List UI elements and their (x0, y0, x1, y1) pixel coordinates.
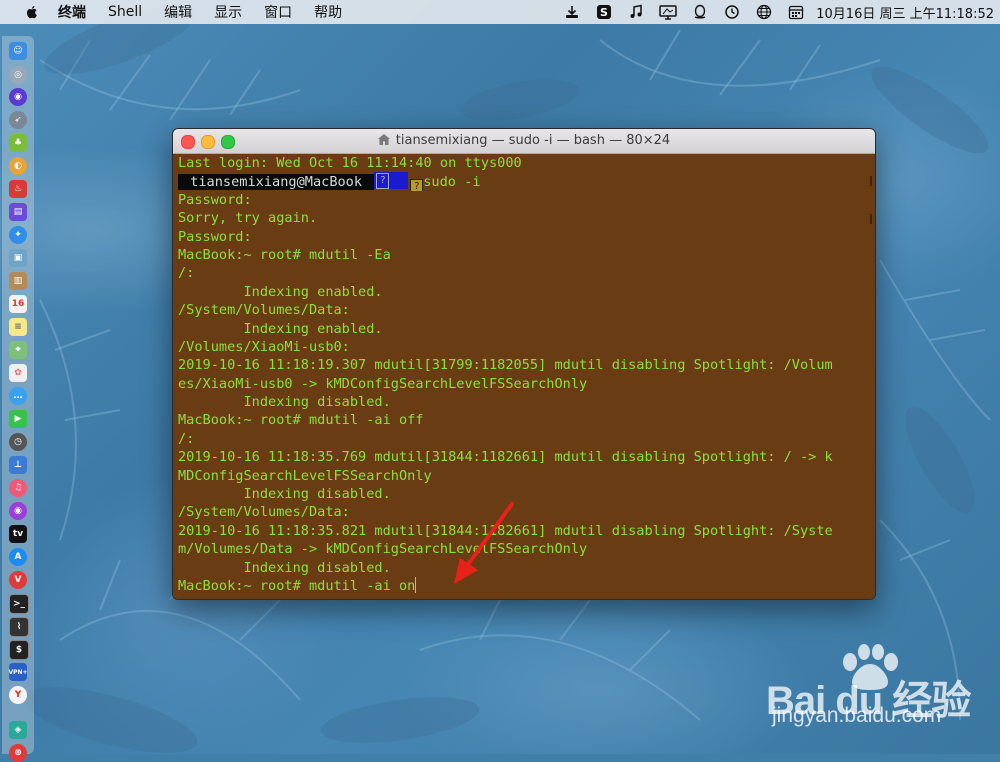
menu-shell[interactable]: Shell (108, 4, 142, 20)
svg-text:S: S (600, 6, 608, 19)
globe-icon[interactable] (755, 3, 773, 21)
terminal-line: Indexing disabled. (178, 394, 391, 411)
yandex-icon[interactable]: Y (9, 686, 27, 704)
menu-view[interactable]: 显示 (214, 2, 242, 22)
timemachine-icon[interactable] (723, 3, 741, 21)
terminal-line: MDConfigSearchLevelFSSearchOnly (178, 467, 432, 484)
terminal-line: /System/Volumes/Data: (178, 302, 350, 319)
terminal-line: Indexing disabled. (178, 559, 391, 576)
terminal-line: Password: (178, 228, 252, 245)
terminal-line: /Volumes/XiaoMi-usb0: (178, 338, 350, 355)
home-folder-icon (377, 134, 390, 145)
app-icon[interactable]: ▤ (9, 203, 27, 221)
terminal-line: m/Volumes/Data -> kMDConfigSearchLevelFS… (178, 541, 588, 558)
music-icon[interactable]: ♫ (9, 479, 27, 497)
current-command: MacBook:~ root# mdutil -ai on (178, 577, 416, 594)
window-titlebar[interactable]: tiansemixiang — sudo -i — bash — 80×24 (173, 129, 875, 154)
music-icon[interactable] (627, 3, 645, 21)
app-icon[interactable]: ⊕ (9, 744, 27, 762)
terminal-content[interactable]: Last login: Wed Oct 16 11:14:40 on ttys0… (173, 154, 875, 599)
appstore-icon[interactable]: A (9, 548, 27, 566)
rocket-icon[interactable]: ➶ (9, 111, 27, 129)
menu-bar: 终端 Shell 编辑 显示 窗口 帮助 S 10月16日 周三 上午11:18… (0, 0, 1000, 24)
podcasts-icon[interactable]: ◉ (9, 502, 27, 520)
terminal-line: Last login: Wed Oct 16 11:14:40 on ttys0… (178, 155, 522, 171)
sogou-input-icon[interactable]: S (595, 3, 613, 21)
terminal-line: MacBook:~ root# mdutil -Ea (178, 246, 391, 263)
menu-edit[interactable]: 编辑 (164, 2, 192, 22)
app-icon[interactable]: ◈ (9, 721, 27, 739)
terminal-window[interactable]: tiansemixiang — sudo -i — bash — 80×24 L… (172, 128, 876, 600)
vivaldi-icon[interactable]: V (9, 571, 27, 589)
terminal-line: /System/Volumes/Data: (178, 504, 350, 521)
baidu-jingyan-watermark: Bai du 经验 jingyan.baidu.com (766, 644, 996, 742)
window-title: tiansemixiang — sudo -i — bash — 80×24 (173, 129, 875, 153)
window-title-text: tiansemixiang — sudo -i — bash — 80×24 (395, 133, 671, 148)
missing-glyph-icon: ? (376, 173, 390, 190)
terminal-prompt-line: tiansemixiang@MacBook ?? sudo -i (178, 172, 875, 191)
notes-icon[interactable]: ≡ (9, 318, 27, 336)
messages-icon[interactable]: … (9, 387, 27, 405)
terminal-line: MacBook:~ root# mdutil -ai off (178, 412, 424, 429)
calendar-icon[interactable] (787, 3, 805, 21)
download-icon[interactable] (563, 3, 581, 21)
text-cursor (415, 576, 417, 593)
terminal-icon[interactable]: >_ (9, 594, 29, 614)
menu-window[interactable]: 窗口 (264, 2, 292, 22)
photos-icon[interactable]: ✿ (9, 364, 27, 382)
app-icon[interactable]: ♨ (9, 180, 27, 198)
chrome-icon[interactable]: ◐ (9, 157, 27, 175)
terminal-line: /: (178, 430, 195, 447)
vpn-label: VPN+ (8, 668, 28, 676)
preview-icon[interactable]: ▣ (9, 249, 27, 267)
prompt-command: sudo -i (423, 174, 481, 191)
menu-help[interactable]: 帮助 (314, 2, 342, 22)
android-icon[interactable]: ♣ (9, 134, 27, 152)
appletv-icon[interactable]: tv (9, 525, 27, 543)
contacts-icon[interactable]: ▥ (9, 272, 27, 290)
red-arrow-annotation (454, 502, 514, 584)
status-area: S 10月16日 周三 上午11:18:52 (556, 0, 994, 24)
facetime-icon[interactable]: ▶ (9, 410, 27, 428)
watermark-url: jingyan.baidu.com (772, 704, 942, 727)
terminal-line: Sorry, try again. (178, 210, 318, 227)
menu-app-name[interactable]: 终端 (58, 2, 86, 22)
display-icon[interactable] (659, 3, 677, 21)
menubar-clock[interactable]: 10月16日 周三 上午11:18:52 (816, 3, 994, 22)
calendar-icon[interactable]: 16 (9, 295, 27, 313)
timemachine-icon[interactable]: ◷ (9, 433, 27, 451)
terminal-icon[interactable]: $ (9, 640, 29, 660)
terminal-line: 2019-10-16 11:18:35.821 mdutil[31844:118… (178, 522, 833, 539)
terminal-line: Indexing enabled. (178, 320, 383, 337)
terminal-line: Password: (178, 191, 252, 208)
terminal-line: 2019-10-16 11:18:35.769 mdutil[31844:118… (178, 449, 833, 466)
keynote-icon[interactable]: ⊥ (9, 456, 27, 474)
terminal-line: 2019-10-16 11:18:19.307 mdutil[31799:118… (178, 357, 833, 374)
activity-monitor-icon[interactable]: ⌇ (9, 617, 29, 637)
vpn-icon[interactable]: VPN+ (8, 663, 28, 681)
prompt-user-segment: tiansemixiang@MacBook (178, 174, 375, 191)
launchpad-icon[interactable]: ◎ (9, 66, 27, 84)
terminal-line: /: (178, 265, 195, 282)
terminal-line: es/XiaoMi-usb0 -> kMDConfigSearchLevelFS… (178, 375, 588, 392)
dock: ☺ ◎ ◉ ➶ ♣ ◐ ♨ ▤ ✦ ▣ ▥ 16 ≡ ⌖ ✿ … ▶ ◷ ⊥ ♫… (2, 36, 34, 762)
safari-icon[interactable]: ✦ (9, 226, 27, 244)
apple-logo-icon[interactable] (24, 4, 40, 20)
siri-icon[interactable]: ◉ (9, 88, 27, 106)
scroll-marker (870, 176, 872, 186)
scroll-marker (870, 214, 872, 224)
prompt-path-segment: ? (374, 172, 409, 190)
qq-icon[interactable] (691, 3, 709, 21)
terminal-current-line[interactable]: MacBook:~ root# mdutil -ai on (178, 576, 875, 595)
maps-icon[interactable]: ⌖ (9, 341, 27, 359)
terminal-line: Indexing disabled. (178, 486, 391, 503)
terminal-line: Indexing enabled. (178, 283, 383, 300)
missing-glyph-icon: ? (410, 179, 424, 191)
finder-icon[interactable]: ☺ (9, 42, 27, 60)
